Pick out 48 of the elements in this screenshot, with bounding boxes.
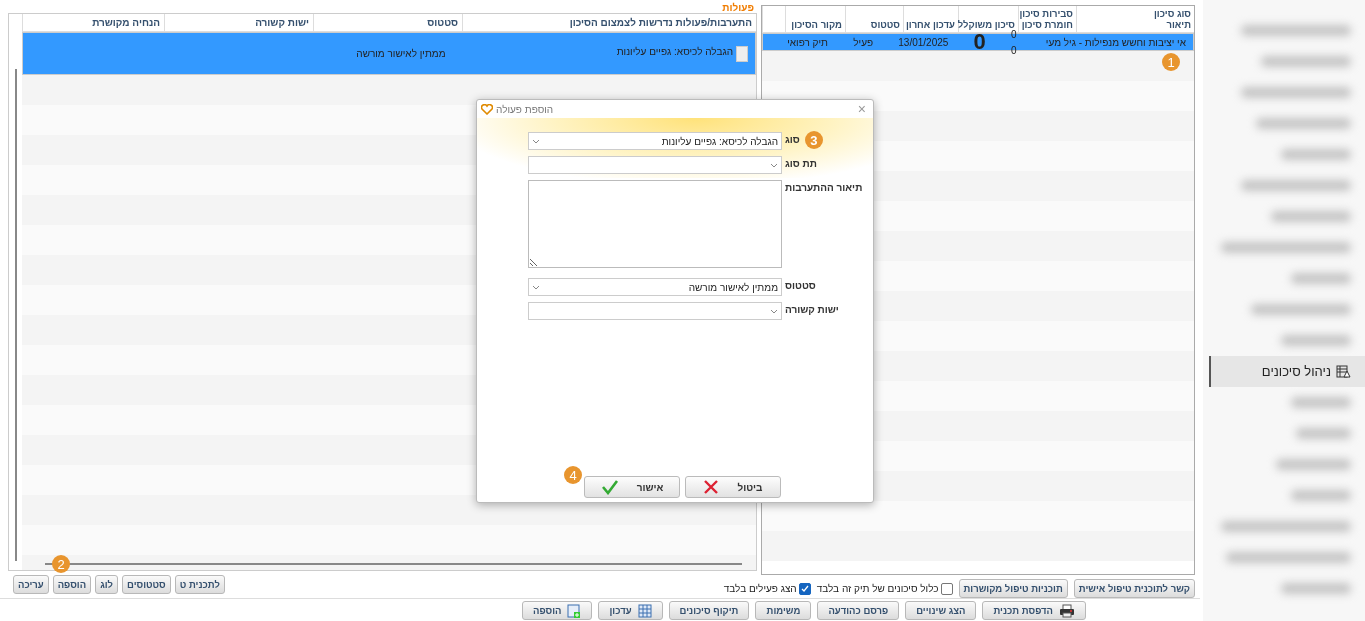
sidebar-item[interactable]: ניהול סיכונים xyxy=(1209,356,1365,387)
field-label: ישות קשורה xyxy=(785,304,839,315)
action-button[interactable]: תוכניות טיפול מקושרות xyxy=(958,579,1068,598)
dropdown-field[interactable]: ממתין לאישור מורשה xyxy=(528,278,782,296)
dialog-title: הוספת פעולה xyxy=(496,103,554,115)
table-cell: אי יציבות וחשש מנפילות - גיל מעי xyxy=(1045,36,1186,48)
table-cell: הגבלה לכיסא: גפיים עליונות xyxy=(616,45,733,57)
table-cell: 13/01/2025 xyxy=(898,36,949,48)
table-cell: פעיל xyxy=(853,36,874,48)
toolbar-button[interactable]: הוספה xyxy=(522,601,593,620)
column-header[interactable]: ישות קשורה xyxy=(164,14,313,31)
column-header[interactable]: מקור הסיכון xyxy=(789,19,842,30)
number-badge: 3 xyxy=(804,131,823,149)
action-button[interactable]: קשר לתוכנית טיפול אישית xyxy=(1073,579,1195,598)
field-label: תת סוג xyxy=(785,158,817,169)
toolbar-button[interactable]: פרסם כהודעה xyxy=(817,601,900,620)
column-header[interactable]: תיאור xyxy=(1080,19,1191,30)
action-button[interactable]: לוג xyxy=(95,575,118,594)
column-header[interactable]: סטטוס xyxy=(849,19,900,30)
toolbar-button[interactable]: הצג שינויים xyxy=(905,601,977,620)
toolbar-button[interactable]: עדכון xyxy=(598,601,663,620)
table-cell: תיק רפואי xyxy=(787,36,829,48)
dropdown-field[interactable]: הגבלה לכיסא: גפיים עליונות xyxy=(528,132,782,150)
column-header[interactable]: חומרת סיכון xyxy=(1022,19,1073,30)
section-title: פעולות xyxy=(722,2,754,13)
toolbar-button[interactable]: הדפסת תכנית xyxy=(982,601,1086,620)
column-header[interactable]: עדכון אחרון xyxy=(907,19,955,30)
field-label: סוג xyxy=(785,134,800,145)
column-header[interactable]: התערבות/פעולות נדרשות לצמצום הסיכון xyxy=(462,14,756,31)
column-header[interactable]: סבירות סיכון xyxy=(1022,8,1073,19)
toolbar-button[interactable]: משימות xyxy=(755,601,812,620)
column-header[interactable]: סוג סיכון xyxy=(1080,8,1191,19)
field-label: תיאור ההתערבות xyxy=(785,182,863,193)
dialog-button[interactable]: אישור xyxy=(584,476,680,498)
action-button[interactable]: עריכה xyxy=(13,575,49,594)
table-cell: ממתין לאישור מורשה xyxy=(356,48,446,59)
table-row[interactable]: הגבלה לכיסא: גפיים עליונות ממתין לאישור מורשה xyxy=(22,32,756,75)
column-header[interactable]: הנחיה מקושרת xyxy=(22,14,164,31)
number-badge: 4 xyxy=(564,466,582,484)
field-label: סטטוס xyxy=(785,280,816,291)
column-header[interactable]: סטטוס xyxy=(313,14,462,31)
action-button[interactable]: לתכנית ט xyxy=(174,575,225,594)
toolbar-button[interactable]: תיקוף סיכונים xyxy=(668,601,750,620)
checkbox-label: כלול סיכונים של תיק זה בלבד xyxy=(816,583,939,594)
action-button[interactable]: הוספה xyxy=(52,575,92,594)
action-button[interactable]: סטטוסים xyxy=(122,575,171,594)
dialog-button[interactable]: ביטול xyxy=(685,476,781,498)
checkbox-label: הצג פעילים בלבד xyxy=(723,583,797,594)
